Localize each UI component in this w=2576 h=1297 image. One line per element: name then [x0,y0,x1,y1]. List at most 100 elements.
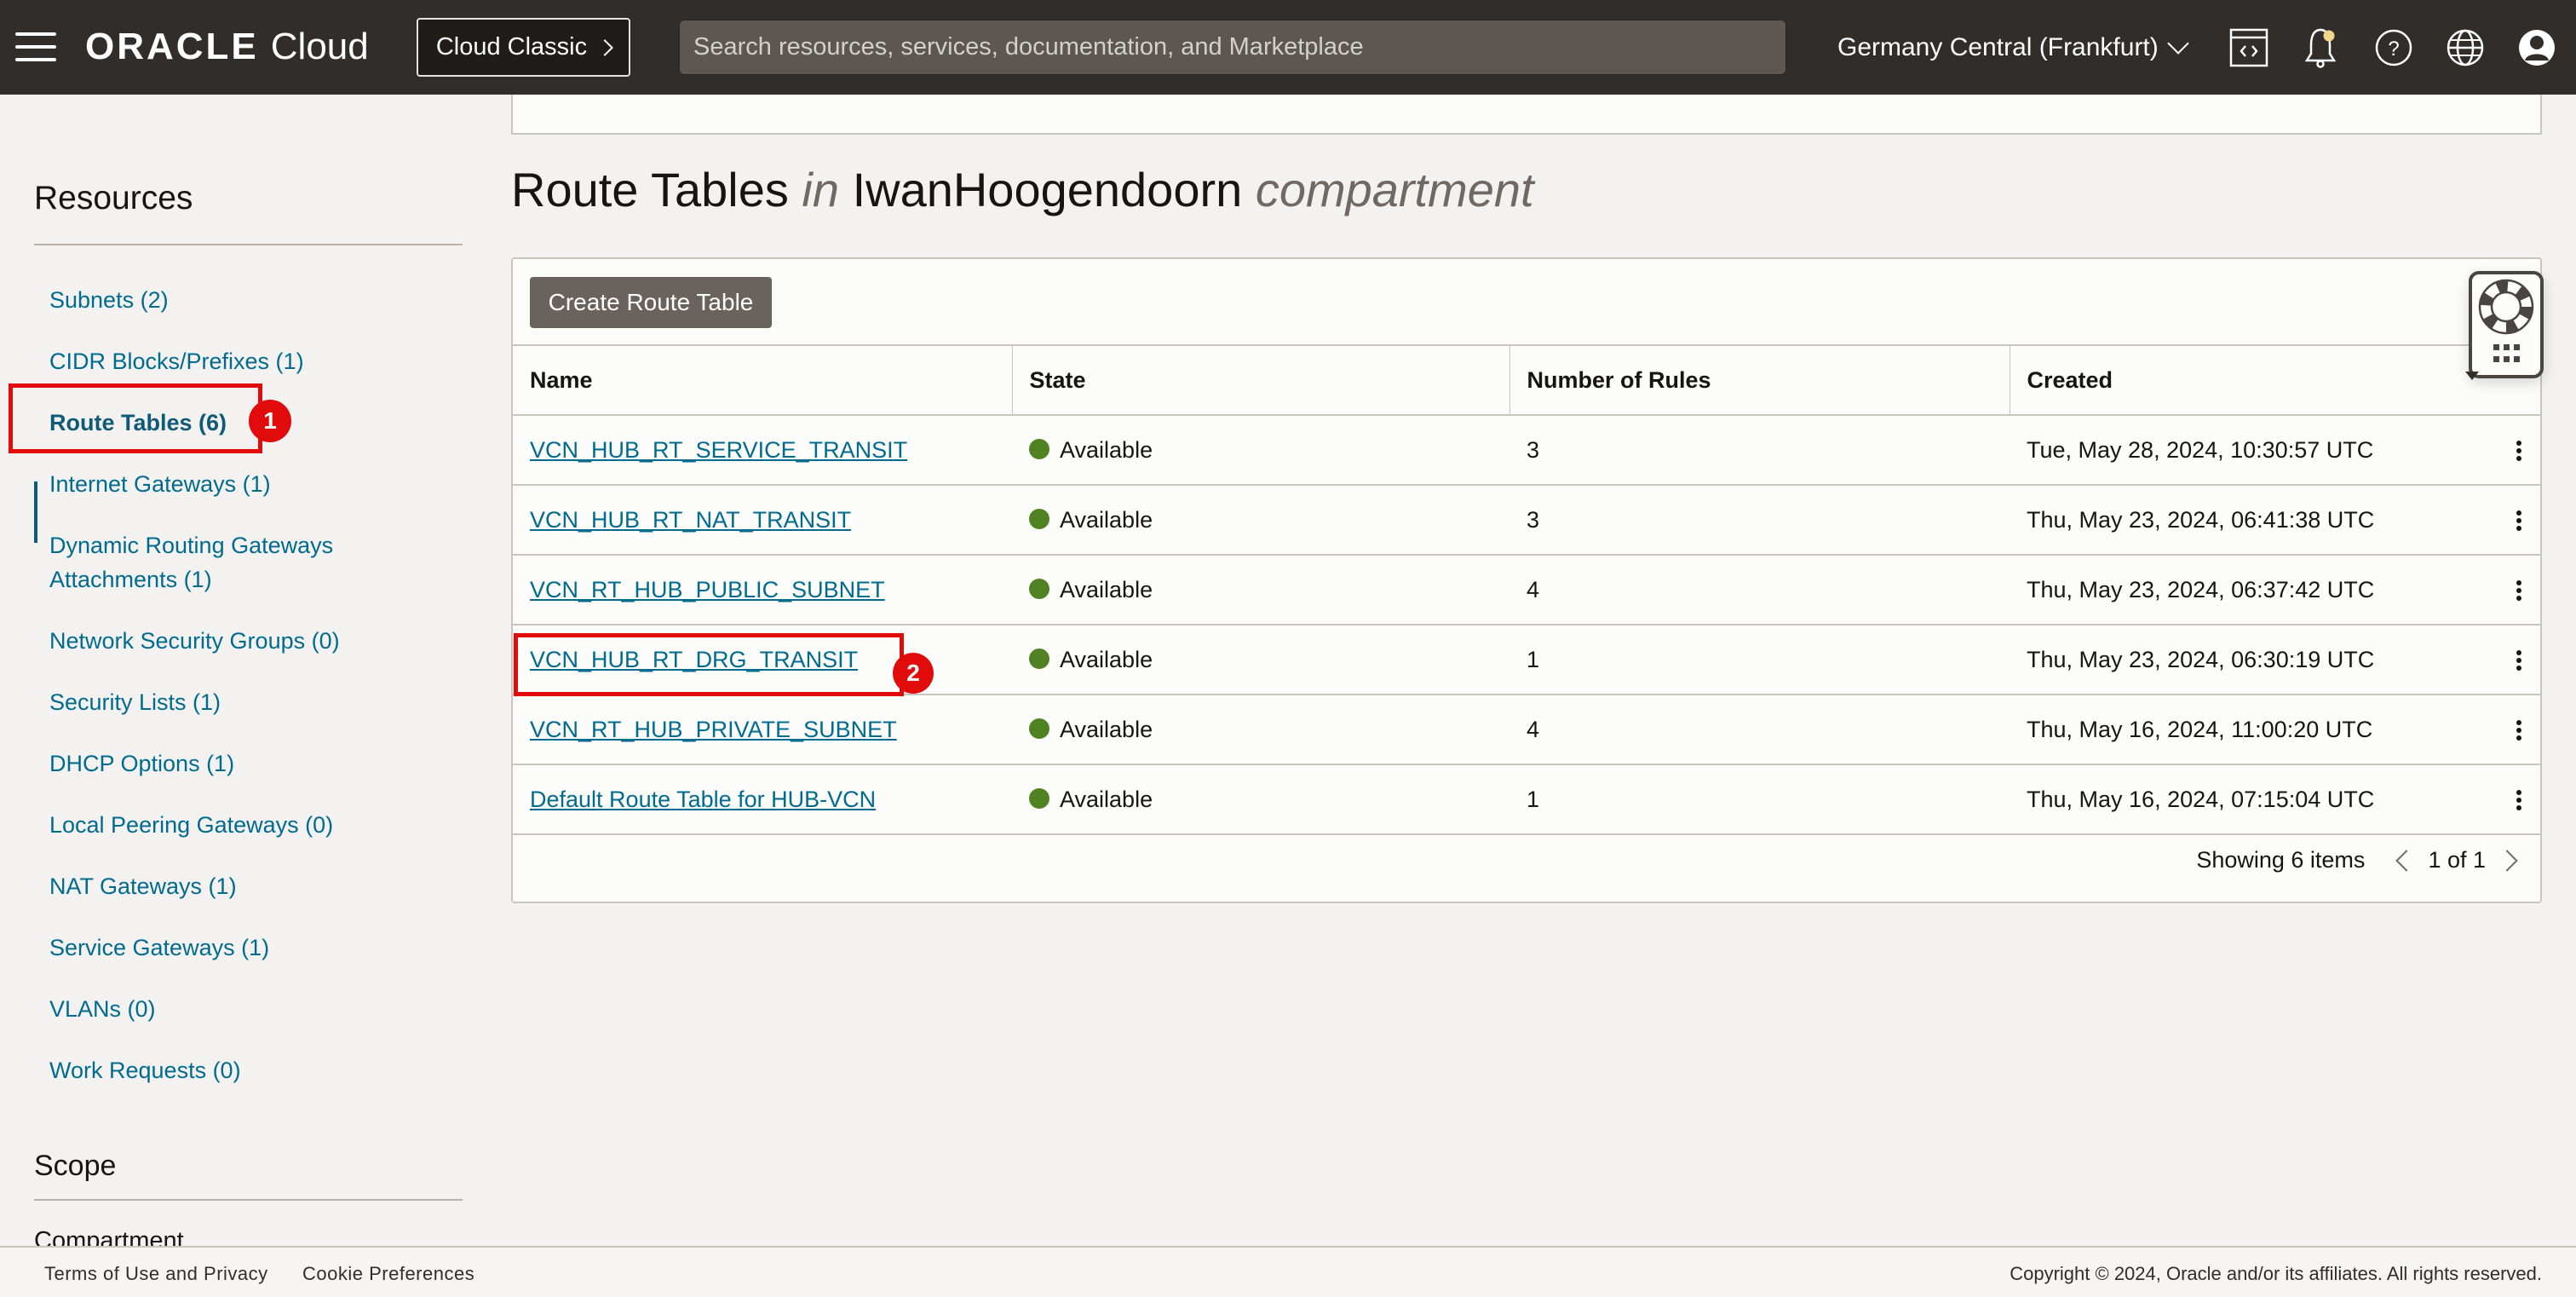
title-compartment-name: IwanHoogendoorn [852,163,1243,216]
widget-pointer [2465,372,2479,380]
column-header-number-of-rules[interactable]: Number of Rules [1509,344,2010,416]
route-table-link[interactable]: VCN_RT_HUB_PUBLIC_SUBNET [530,577,885,602]
route-tables-table: Name State Number of Rules Created VCN_H… [513,344,2540,835]
sidebar-item-security-lists[interactable]: Security Lists (1) [49,685,221,719]
sidebar-item-local-peering-gateways[interactable]: Local Peering Gateways (0) [49,808,333,842]
rules-count: 1 [1509,764,2010,835]
cookie-preferences-link[interactable]: Cookie Preferences [302,1263,474,1285]
sidebar-item-service-gateways[interactable]: Service Gateways (1) [49,931,269,965]
route-table-link[interactable]: VCN_HUB_RT_NAT_TRANSIT [530,507,851,533]
status-text: Available [1060,436,1153,463]
annotation-badge-1: 1 [249,400,291,442]
sidebar-item-nat-gateways[interactable]: NAT Gateways (1) [49,869,237,903]
column-header-name[interactable]: Name [513,344,1012,416]
created-date: Thu, May 23, 2024, 06:30:19 UTC [2027,646,2375,672]
terms-of-use-link[interactable]: Terms of Use and Privacy [44,1263,268,1285]
pagination: Showing 6 items 1 of 1 [2196,847,2520,873]
column-header-state[interactable]: State [1011,344,1509,416]
code-editor-icon[interactable] [2227,24,2271,72]
region-selector[interactable]: Germany Central (Frankfurt) [1837,26,2189,70]
copyright-text: Copyright © 2024, Oracle and/or its affi… [2010,1263,2542,1284]
cloud-classic-button[interactable]: Cloud Classic [417,18,630,77]
divider [34,244,463,245]
row-actions-menu-icon[interactable] [2515,508,2523,533]
column-header-created[interactable]: Created [2009,344,2540,416]
status-available-icon [1029,579,1049,600]
page-indicator: 1 of 1 [2428,847,2486,873]
showing-items-count: Showing 6 items [2196,847,2366,873]
created-date: Thu, May 16, 2024, 11:00:20 UTC [2027,716,2373,742]
route-tables-card: Create Route Table Name State Number of … [511,257,2542,903]
svg-text:?: ? [2388,37,2399,61]
sidebar-item-internet-gateways[interactable]: Internet Gateways (1) [49,467,271,501]
title-compartment-word: compartment [1255,163,1534,216]
sidebar-item-dhcp-options[interactable]: DHCP Options (1) [49,746,234,781]
rules-count: 3 [1509,415,2010,486]
oracle-cloud-logo[interactable]: ORACLE Cloud [85,26,369,68]
sidebar-item-cidr-blocks[interactable]: CIDR Blocks/Prefixes (1) [49,344,304,378]
status-available-icon [1029,718,1049,740]
sidebar-item-work-requests[interactable]: Work Requests (0) [49,1053,241,1087]
table-header-row: Name State Number of Rules Created [513,344,2540,416]
status-available-icon [1029,439,1049,460]
top-navigation-bar: ORACLE Cloud Cloud Classic Germany Centr… [0,0,2576,95]
row-actions-menu-icon[interactable] [2515,648,2523,673]
table-row: VCN_HUB_RT_SERVICE_TRANSIT Available 3 T… [513,415,2540,486]
created-date: Tue, May 28, 2024, 10:30:57 UTC [2027,436,2374,463]
rules-count: 3 [1509,485,2010,556]
created-date: Thu, May 16, 2024, 07:15:04 UTC [2027,786,2375,812]
next-page-icon[interactable] [2496,849,2518,872]
help-support-widget[interactable] [2465,271,2544,380]
rules-count: 4 [1509,555,2010,625]
user-profile-icon[interactable] [2515,24,2559,72]
title-resource: Route Tables [511,163,789,216]
row-actions-menu-icon[interactable] [2515,578,2523,603]
active-indicator [34,481,37,543]
sidebar-item-drg-label-line2: Attachments (1) [49,567,212,592]
logo-product: Cloud [270,26,369,67]
sidebar-item-vlans[interactable]: VLANs (0) [49,992,156,1026]
title-in: in [802,163,840,216]
sidebar-item-drg-label-line1: Dynamic Routing Gateways [49,533,334,558]
search-input[interactable] [680,20,1785,74]
annotation-highlight-box-1 [9,383,262,453]
notifications-bell-icon[interactable] [2298,24,2343,72]
rules-count: 4 [1509,695,2010,765]
row-actions-menu-icon[interactable] [2515,718,2523,743]
sidebar-item-drg-attachments[interactable]: Dynamic Routing Gateways Attachments (1) [49,528,333,597]
rules-count: 1 [1509,625,2010,695]
status-text: Available [1060,716,1153,742]
table-row: VCN_HUB_RT_NAT_TRANSIT Available 3 Thu, … [513,485,2540,556]
annotation-badge-2: 2 [893,653,934,694]
status-text: Available [1060,576,1153,602]
route-table-link[interactable]: VCN_HUB_RT_SERVICE_TRANSIT [530,437,907,463]
lifebuoy-icon [2478,279,2534,362]
annotation-highlight-box-2 [514,633,904,696]
row-actions-menu-icon[interactable] [2515,438,2523,464]
status-available-icon [1029,509,1049,530]
page-footer: Terms of Use and Privacy Cookie Preferen… [0,1246,2576,1297]
vcn-details-card [511,95,2542,135]
page-title: Route Tables in IwanHoogendoorn compartm… [511,162,1534,217]
route-table-link[interactable]: Default Route Table for HUB-VCN [530,787,876,812]
sidebar-item-subnets[interactable]: Subnets (2) [49,283,169,317]
previous-page-icon[interactable] [2395,849,2418,872]
compartment-label: Compartment [34,1227,184,1246]
divider [34,1199,463,1201]
resources-heading: Resources [34,180,193,216]
language-globe-icon[interactable] [2443,24,2487,72]
hamburger-menu-icon[interactable] [15,32,56,61]
logo-brand: ORACLE [85,26,259,67]
create-route-table-button[interactable]: Create Route Table [530,277,772,328]
help-icon[interactable]: ? [2372,24,2416,72]
status-text: Available [1060,786,1153,812]
status-text: Available [1060,646,1153,672]
route-table-link[interactable]: VCN_RT_HUB_PRIVATE_SUBNET [530,717,897,742]
status-available-icon [1029,648,1049,670]
row-actions-menu-icon[interactable] [2515,787,2523,813]
sidebar-item-network-security-groups[interactable]: Network Security Groups (0) [49,624,340,658]
grid-icon [2493,344,2520,362]
resources-sidebar: Resources Subnets (2) CIDR Blocks/Prefix… [0,95,494,1246]
search-bar[interactable] [679,20,1786,75]
created-date: Thu, May 23, 2024, 06:41:38 UTC [2027,506,2375,533]
